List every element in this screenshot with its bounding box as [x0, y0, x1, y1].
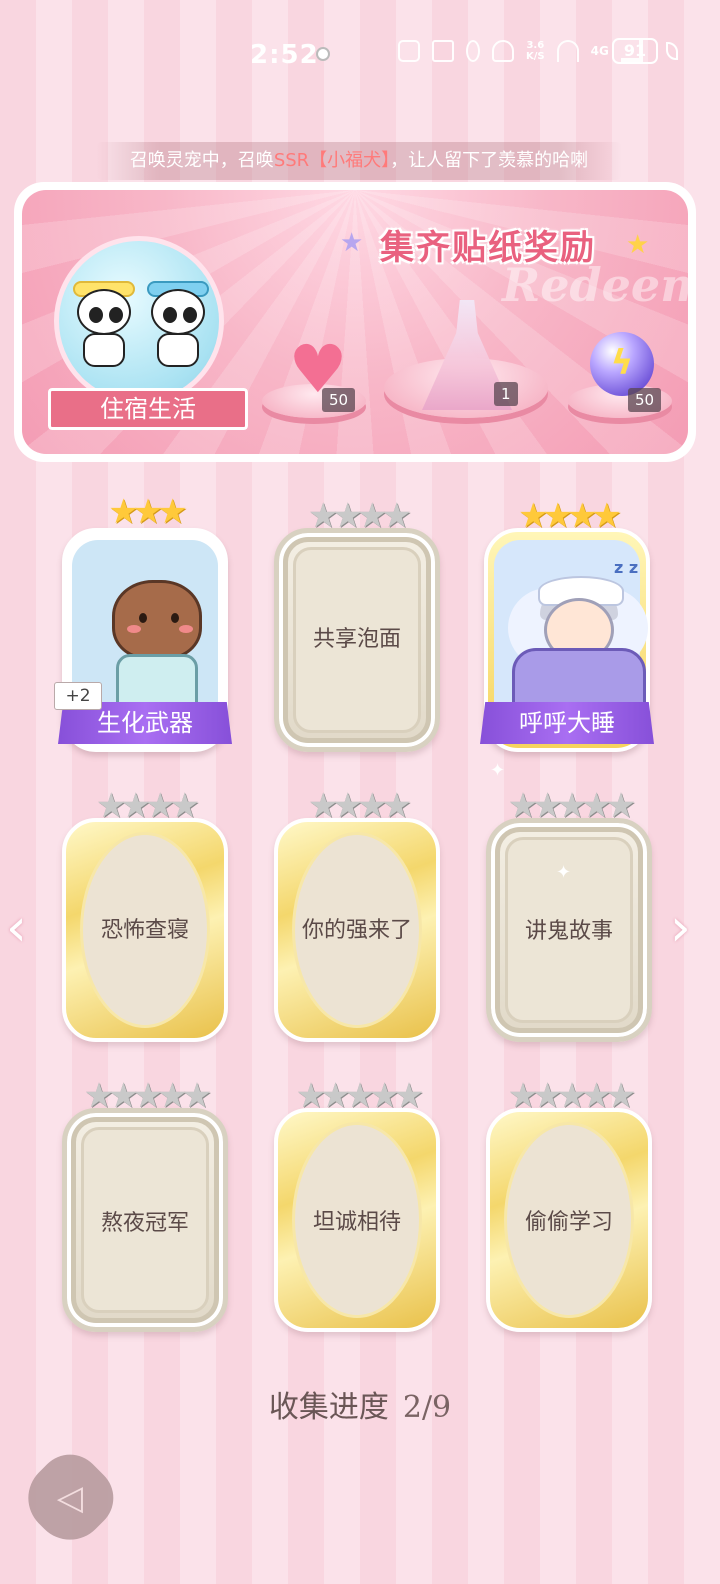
nfc-icon: [398, 40, 420, 62]
lightning-orb-icon[interactable]: ϟ: [590, 332, 654, 396]
reward-count: 50: [322, 388, 356, 412]
sticker-label: 讲鬼故事: [524, 919, 613, 944]
sticker-card[interactable]: ★★★★ 共享泡面: [274, 496, 440, 752]
capybara-icon: [112, 580, 202, 660]
sticker-label: 共享泡面: [312, 627, 401, 652]
star-icon: ★: [340, 228, 364, 258]
sticker-card[interactable]: ★★★★★ 熬夜冠军: [62, 1076, 228, 1332]
leaf-icon: [666, 42, 678, 60]
prev-page-button[interactable]: ‹: [6, 900, 46, 956]
net-speed: 3.6 K/S: [526, 40, 545, 62]
sim-icon: [432, 40, 454, 62]
progress-label: 收集进度: [268, 1390, 389, 1425]
battery-indicator: 91: [612, 38, 658, 64]
network-type: 4G: [590, 43, 609, 58]
zzz-icon: z z: [614, 558, 639, 577]
marquee-highlight: SSR【小福犬】: [273, 150, 391, 171]
clock: 2:52: [250, 40, 319, 70]
star-rating: ★★★: [108, 492, 187, 532]
collection-progress: 收集进度 2/9: [0, 1382, 720, 1426]
panda-icon: [73, 281, 135, 367]
wifi-icon: [556, 40, 579, 62]
mute-icon: [492, 40, 514, 62]
star-icon: ★: [626, 230, 650, 260]
sparkle-icon: ✦: [490, 760, 506, 781]
sticker-label: 呼呼大睡: [480, 702, 654, 744]
panda-icon: [147, 281, 209, 367]
announcement-marquee: 召唤灵宠中，召唤SSR【小福犬】，让人留下了羡慕的哈喇: [96, 142, 622, 180]
sticker-card[interactable]: ★★★★ z z 呼呼大睡: [480, 496, 654, 752]
sticker-label: 你的强来了: [301, 918, 412, 943]
sticker-label: 坦诚相待: [312, 1210, 401, 1235]
sticker-card[interactable]: ★★★★★ 偷偷学习: [486, 1076, 652, 1332]
reward-count: 1: [494, 382, 518, 406]
bluetooth-icon: [466, 40, 480, 62]
album-label: 住宿生活: [48, 388, 248, 430]
marquee-prefix: 召唤灵宠中，召唤: [129, 150, 274, 171]
marquee-suffix: ，让人留下了羡慕的哈喇: [390, 150, 589, 171]
duplicate-badge: +2: [54, 682, 102, 710]
banner-title: 集齐贴纸奖励: [380, 228, 596, 268]
sticker-label: 偷偷学习: [524, 1210, 613, 1235]
notification-icon: [316, 47, 330, 61]
status-bar: 2:52 3.6 K/S 4G 91: [0, 30, 720, 74]
back-arrow-icon[interactable]: ◁: [46, 1478, 94, 1518]
reward-count: 50: [628, 388, 662, 412]
sticker-label: 恐怖查寝: [100, 918, 189, 943]
sticker-card[interactable]: ★★★ 生化武器 +2: [54, 492, 232, 752]
sticker-card[interactable]: ★★★★ 你的强来了: [274, 786, 440, 1042]
reward-banner: Redeem ★ ★ 集齐贴纸奖励 住宿生活 ♥ 50: [14, 182, 696, 462]
sticker-card[interactable]: ★★★★★ 坦诚相待: [274, 1076, 440, 1332]
sticker-card[interactable]: ★★★★ 恐怖查寝: [62, 786, 228, 1042]
sticker-card[interactable]: ★★★★★ 讲鬼故事: [486, 786, 652, 1042]
next-page-button[interactable]: ›: [670, 900, 710, 956]
album-cover[interactable]: [54, 236, 224, 406]
sparkle-icon: ✦: [556, 862, 572, 883]
sticker-label: 熬夜冠军: [100, 1211, 189, 1236]
progress-value: 2/9: [402, 1390, 452, 1425]
